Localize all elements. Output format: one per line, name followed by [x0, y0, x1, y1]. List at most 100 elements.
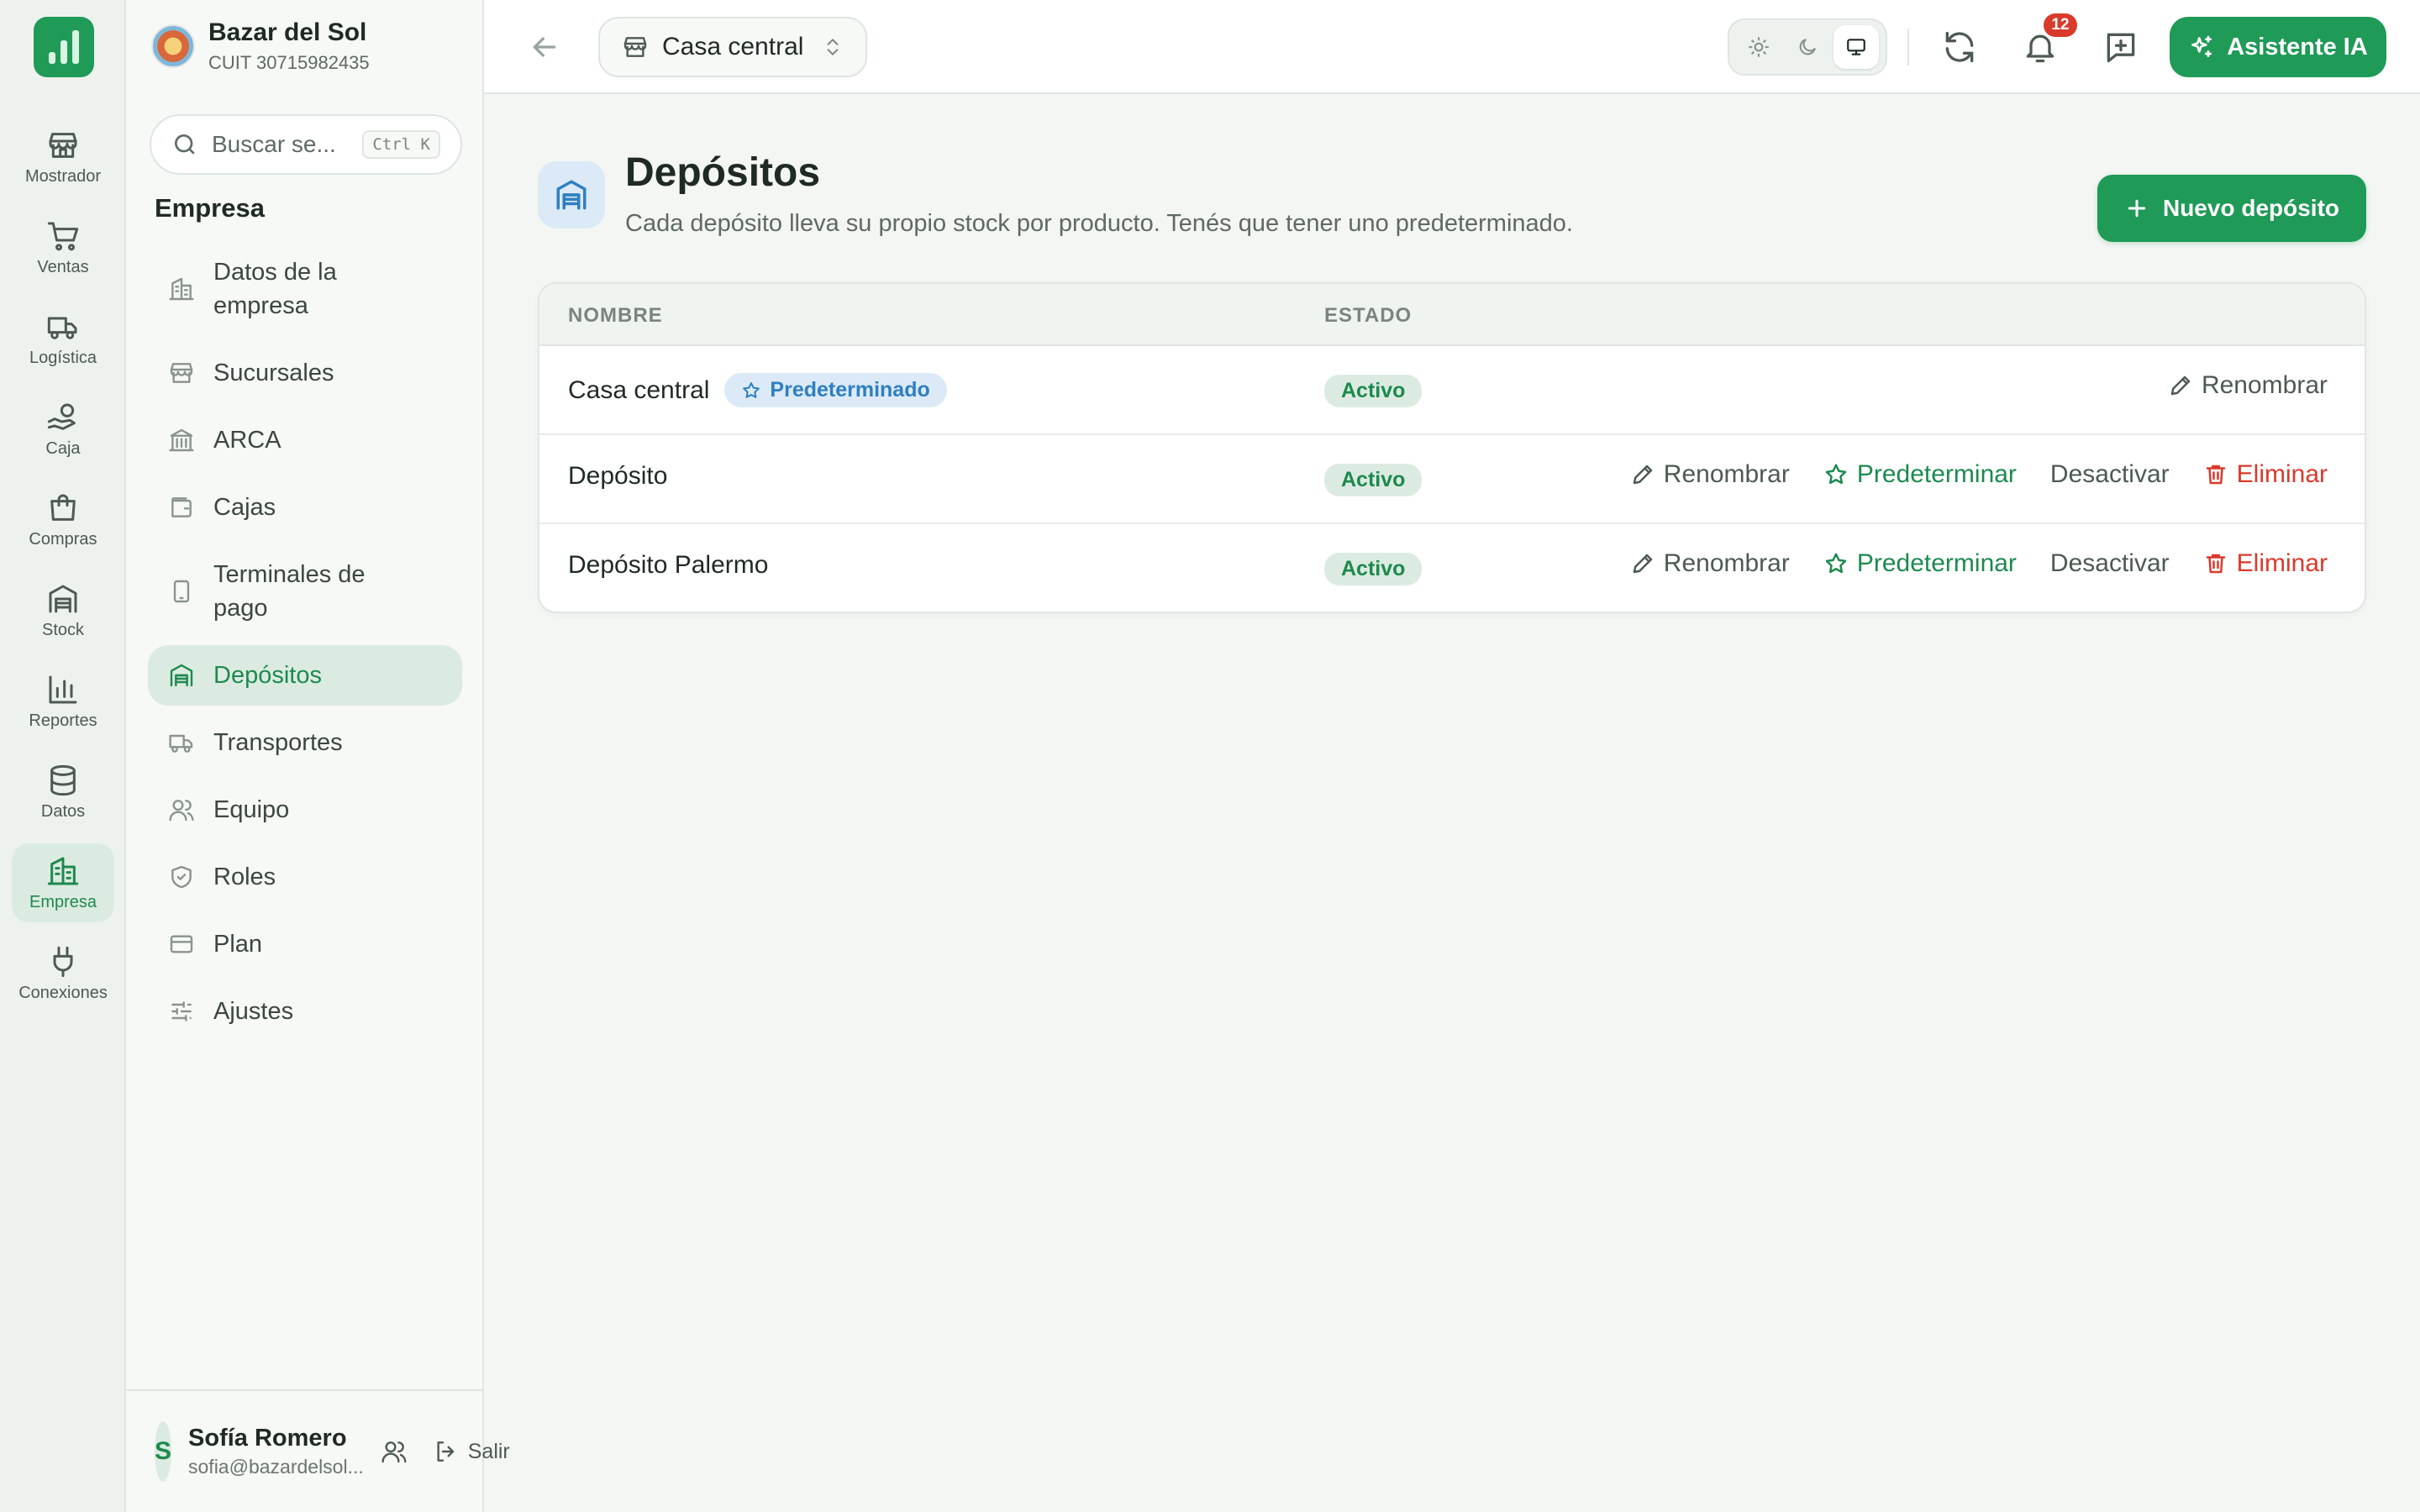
sidebar-item-ajustes[interactable]: Ajustes: [148, 981, 462, 1042]
trash-icon: [2206, 465, 2225, 485]
theme-toggle: [1728, 18, 1887, 76]
column-header-status: ESTADO: [1324, 304, 1413, 327]
sidebar-item-roles[interactable]: Roles: [148, 847, 462, 907]
theme-dark-button[interactable]: [1785, 25, 1830, 69]
back-button[interactable]: [528, 30, 561, 64]
trash-icon: [2206, 554, 2225, 574]
search-box[interactable]: Ctrl K: [150, 114, 462, 175]
set-default-button[interactable]: Predeterminar: [1823, 549, 2017, 578]
new-warehouse-label: Nuevo depósito: [2162, 195, 2339, 221]
rail-item-empresa[interactable]: Empresa: [12, 843, 114, 922]
plug-icon: [53, 946, 73, 977]
page-icon: [538, 161, 605, 228]
notification-count-badge: 12: [2044, 13, 2077, 37]
status-badge: Activo: [1324, 375, 1423, 407]
user-name: Sofía Romero: [188, 1425, 347, 1452]
sidebar-item-terminales[interactable]: Terminales de pago: [148, 554, 462, 628]
rename-label: Renombrar: [1663, 549, 1790, 577]
sidebar-item-label: Equipo: [213, 796, 290, 823]
rail-item-datos[interactable]: Datos: [12, 753, 114, 832]
delete-button[interactable]: Eliminar: [2203, 549, 2328, 578]
sparkles-icon: [2191, 35, 2212, 57]
org-cuit: CUIT 30715982435: [208, 52, 370, 73]
pencil-icon: [1633, 465, 1653, 485]
plus-icon: [2128, 199, 2146, 218]
building-icon: [169, 277, 194, 301]
app-logo[interactable]: [34, 17, 94, 77]
branch-select[interactable]: Casa central: [598, 17, 867, 77]
sidebar-item-label: ARCA: [213, 427, 281, 454]
rail-item-reportes[interactable]: Reportes: [12, 662, 114, 741]
org-switcher[interactable]: Bazar del Sol CUIT 30715982435: [151, 18, 370, 74]
shield-icon: [171, 865, 192, 889]
rail-item-caja[interactable]: Caja: [12, 390, 114, 469]
org-name: Bazar del Sol: [208, 18, 367, 46]
warehouse-icon: [170, 664, 193, 687]
sidebar-item-label: Sucursales: [213, 360, 334, 386]
set-default-button[interactable]: Predeterminar: [1823, 460, 2017, 489]
rename-button[interactable]: Renombrar: [1630, 460, 1790, 489]
chevrons-up-down-icon: [827, 39, 839, 55]
rail-label: Conexiones: [18, 983, 108, 1002]
star-icon: [1825, 464, 1847, 485]
store-icon: [623, 37, 647, 57]
rail-item-conexiones[interactable]: Conexiones: [12, 934, 114, 1013]
avatar[interactable]: S: [155, 1421, 172, 1482]
sidebar-item-arca[interactable]: ARCA: [148, 410, 462, 470]
search-input[interactable]: [212, 131, 346, 158]
store-icon: [49, 132, 77, 158]
refresh-button[interactable]: [1941, 29, 1978, 66]
branch-select-value: Casa central: [662, 33, 804, 60]
arrow-left-icon: [533, 37, 556, 57]
sidebar-item-plan[interactable]: Plan: [148, 914, 462, 974]
new-warehouse-button[interactable]: Nuevo depósito: [2097, 175, 2366, 242]
rail-item-compras[interactable]: Compras: [12, 480, 114, 559]
column-header-name: NOMBRE: [568, 304, 663, 327]
rail-item-mostrador[interactable]: Mostrador: [12, 118, 114, 197]
deactivate-button[interactable]: Desactivar: [2050, 460, 2170, 489]
credit-card-icon: [170, 935, 193, 953]
deactivate-button[interactable]: Desactivar: [2050, 549, 2170, 578]
message-plus-icon: [2107, 33, 2135, 63]
feedback-button[interactable]: [2102, 29, 2139, 66]
rename-label: Renombrar: [1663, 460, 1790, 488]
database-icon: [50, 764, 76, 795]
rail-item-logistica[interactable]: Logística: [12, 299, 114, 378]
sidebar-item-depositos[interactable]: Depósitos: [148, 645, 462, 706]
page-title: Depósitos: [625, 150, 821, 195]
cart-icon: [47, 222, 79, 250]
notifications-button[interactable]: 12: [2022, 13, 2077, 66]
rail-label: Empresa: [29, 892, 97, 911]
theme-light-button[interactable]: [1736, 25, 1781, 69]
settings-sidebar: Bazar del Sol CUIT 30715982435 Ctrl K Em…: [126, 0, 510, 1512]
sidebar-item-cajas[interactable]: Cajas: [148, 477, 462, 538]
sidebar-item-label: Terminales de pago: [213, 561, 366, 622]
warehouse-icon: [49, 585, 77, 612]
sidebar-item-label: Transportes: [213, 729, 343, 756]
store-icon: [170, 363, 193, 383]
delete-label: Eliminar: [2236, 549, 2328, 577]
sidebar-item-sucursales[interactable]: Sucursales: [148, 343, 462, 403]
hand-coins-icon: [47, 403, 76, 430]
default-badge-label: Predeterminado: [770, 378, 930, 402]
rail-label: Reportes: [29, 711, 97, 730]
users-icon: [169, 800, 194, 822]
set-default-label: Predeterminar: [1856, 460, 2017, 488]
sidebar-item-transportes[interactable]: Transportes: [148, 712, 462, 773]
user-footer: S Sofía Romero sofia@bazardelsol... Sali…: [126, 1389, 510, 1512]
rail-label: Datos: [40, 801, 86, 821]
rename-button[interactable]: Renombrar: [2168, 371, 2328, 400]
rail-item-stock[interactable]: Stock: [12, 571, 114, 650]
sidebar-item-label: Cajas: [213, 494, 276, 521]
logout-button[interactable]: Salir: [433, 1438, 510, 1465]
rail-item-ventas[interactable]: Ventas: [12, 208, 114, 287]
theme-system-button[interactable]: [1833, 25, 1879, 69]
rail-label: Stock: [41, 620, 85, 639]
rename-button[interactable]: Renombrar: [1630, 549, 1790, 578]
ai-assistant-button[interactable]: Asistente IA: [2170, 17, 2386, 77]
delete-button[interactable]: Eliminar: [2203, 460, 2328, 489]
sidebar-item-equipo[interactable]: Equipo: [148, 780, 462, 840]
pencil-icon: [1633, 554, 1653, 574]
users-icon[interactable]: [381, 1438, 408, 1465]
sidebar-item-datos-empresa[interactable]: Datos de la empresa: [148, 252, 462, 326]
